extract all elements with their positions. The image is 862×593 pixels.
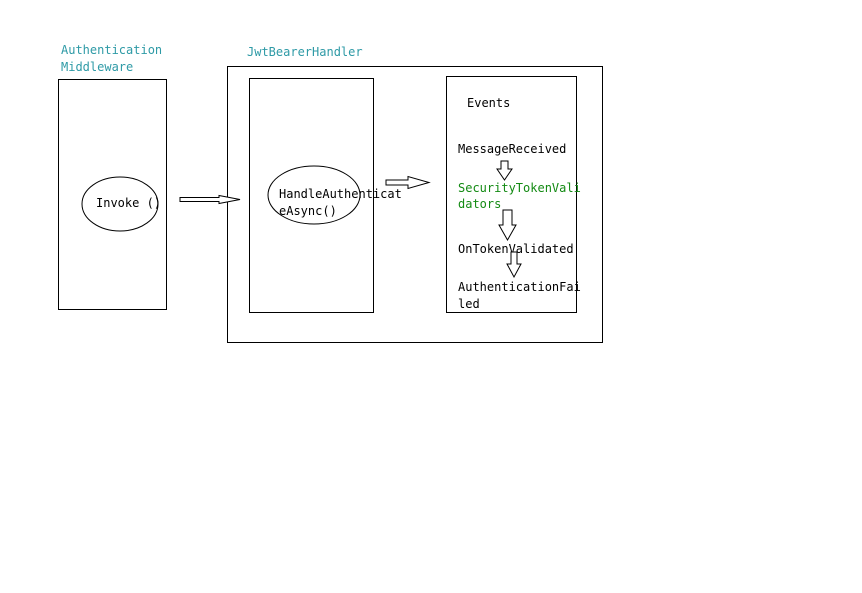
- diagram-shapes: [81, 160, 522, 279]
- arrow-down-1: [496, 160, 513, 181]
- arrow-invoke-to-handler: [179, 194, 241, 205]
- handle-auth-ellipse: [267, 165, 361, 225]
- invoke-ellipse: [81, 176, 159, 232]
- arrow-down-2: [498, 209, 517, 242]
- arrow-handler-to-events: [385, 175, 431, 190]
- arrow-down-3: [506, 251, 522, 279]
